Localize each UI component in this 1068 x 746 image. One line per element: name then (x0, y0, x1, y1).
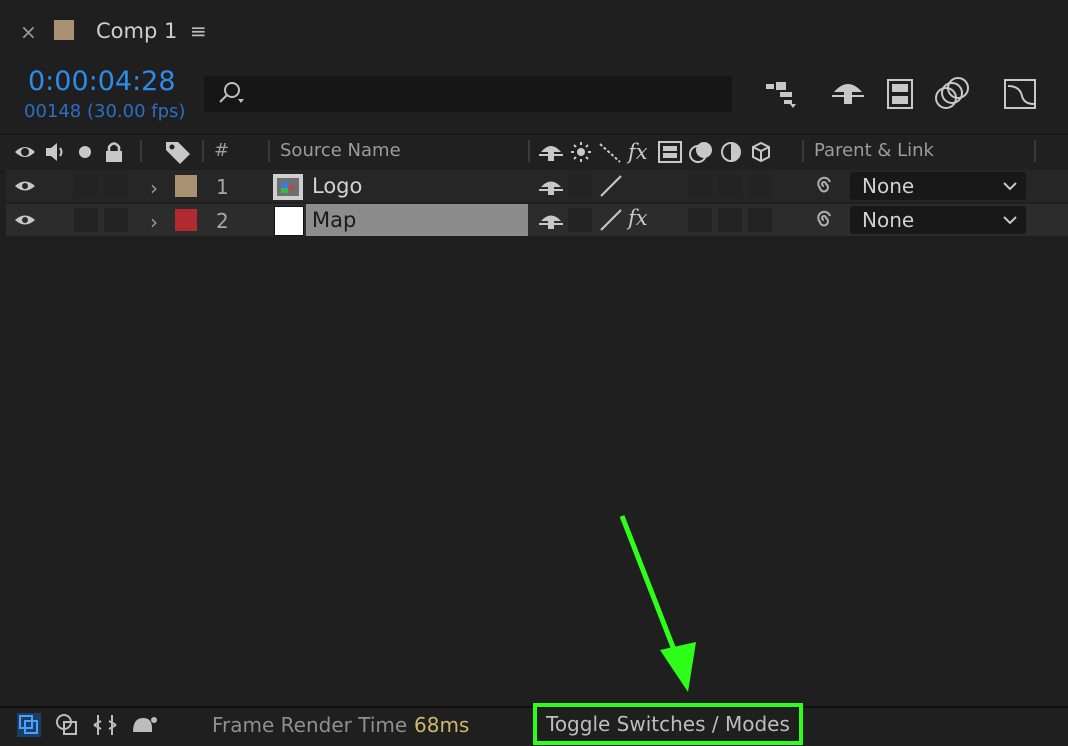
solo-switch[interactable] (74, 208, 98, 232)
composition-flowchart-icon[interactable] (762, 76, 802, 112)
quality-switch-icon[interactable] (598, 174, 624, 198)
chevron-down-icon (1003, 182, 1017, 191)
shy-icon[interactable] (538, 140, 564, 164)
solo-switch[interactable] (74, 174, 98, 198)
composition-footage-icon (273, 174, 303, 200)
lock-icon[interactable] (104, 140, 124, 164)
motion-blur-icon[interactable] (932, 76, 972, 112)
frame-blend-switch-icon[interactable] (658, 140, 682, 164)
annotation-arrow (619, 515, 696, 692)
pick-whip-icon[interactable] (812, 174, 836, 198)
frame-blending-icon[interactable] (880, 76, 920, 112)
graph-editor-icon[interactable] (1000, 76, 1040, 112)
video-visibility-icon[interactable] (14, 140, 36, 164)
layer-switches-pane-icon[interactable] (16, 712, 42, 738)
video-visibility-icon[interactable] (14, 179, 36, 193)
adjustment-switch[interactable] (718, 174, 742, 198)
layer-search-input[interactable] (204, 76, 732, 112)
layer-label-color[interactable] (175, 209, 197, 231)
pick-whip-icon[interactable] (812, 208, 836, 232)
chevron-down-icon (1003, 216, 1017, 225)
expand-layer-chevron-icon[interactable]: › (150, 210, 158, 234)
column-separator[interactable] (268, 140, 270, 162)
source-name-header[interactable]: Source Name (280, 140, 401, 161)
frame-count-display: 00148 (30.00 fps) (24, 101, 186, 122)
expand-layer-chevron-icon[interactable]: › (150, 176, 158, 200)
adjustment-layer-icon[interactable] (720, 140, 742, 164)
current-time-display[interactable]: 0:00:04:28 (28, 66, 176, 97)
parent-value: None (862, 208, 915, 232)
toggle-switches-modes-button[interactable]: Toggle Switches / Modes (546, 712, 790, 736)
solo-icon[interactable] (78, 140, 92, 164)
motion-blur-switch[interactable] (688, 174, 712, 198)
close-tab-button[interactable]: × (20, 20, 37, 44)
label-tag-icon[interactable] (164, 140, 192, 164)
effects-switch[interactable]: fx (628, 206, 648, 230)
solid-layer-icon (274, 206, 304, 236)
layer-number-header: # (214, 140, 230, 161)
collapse-switch[interactable] (568, 174, 592, 198)
frame-render-time-label: Frame Render Time (212, 713, 408, 737)
layer-number: 1 (216, 175, 229, 199)
video-visibility-icon[interactable] (14, 213, 36, 227)
column-separator[interactable] (802, 140, 804, 162)
in-out-duration-pane-icon[interactable] (92, 712, 118, 738)
shy-switch-icon[interactable] (538, 210, 564, 232)
quality-icon[interactable] (598, 140, 622, 164)
panel-menu-icon[interactable]: ≡ (190, 19, 207, 43)
motion-blur-switch[interactable] (688, 208, 712, 232)
column-separator[interactable] (528, 140, 530, 162)
layer-name[interactable]: Map (312, 208, 356, 232)
parent-link-header[interactable]: Parent & Link (814, 140, 934, 161)
adjustment-switch[interactable] (718, 208, 742, 232)
quality-switch-icon[interactable] (598, 208, 624, 232)
column-separator[interactable] (1034, 140, 1036, 162)
effects-column-header[interactable]: fx (628, 140, 648, 164)
parent-value: None (862, 174, 915, 198)
audio-icon[interactable] (44, 140, 68, 164)
shy-switch-icon[interactable] (538, 176, 564, 198)
draft-3d-icon[interactable] (828, 76, 868, 112)
timeline-layer-area[interactable] (0, 238, 1068, 704)
layer-number: 2 (216, 209, 229, 233)
search-icon[interactable] (216, 80, 246, 108)
3d-switch[interactable] (748, 174, 772, 198)
collapse-switch[interactable] (568, 208, 592, 232)
3d-switch[interactable] (748, 208, 772, 232)
collapse-transformations-icon[interactable] (570, 140, 592, 164)
comp-label-swatch (54, 20, 74, 40)
3d-layer-icon[interactable] (750, 140, 772, 164)
frame-render-time-value: 68ms (414, 713, 470, 737)
render-time-pane-icon[interactable] (130, 712, 158, 738)
column-separator[interactable] (202, 140, 204, 162)
layer-name[interactable]: Logo (312, 174, 362, 198)
transfer-controls-pane-icon[interactable] (54, 712, 80, 738)
composition-tab-title[interactable]: Comp 1 (96, 19, 177, 43)
lock-switch[interactable] (104, 174, 128, 198)
layer-label-color[interactable] (175, 175, 197, 197)
motion-blur-switch-icon[interactable] (688, 140, 714, 164)
lock-switch[interactable] (104, 208, 128, 232)
column-separator[interactable] (140, 140, 142, 162)
